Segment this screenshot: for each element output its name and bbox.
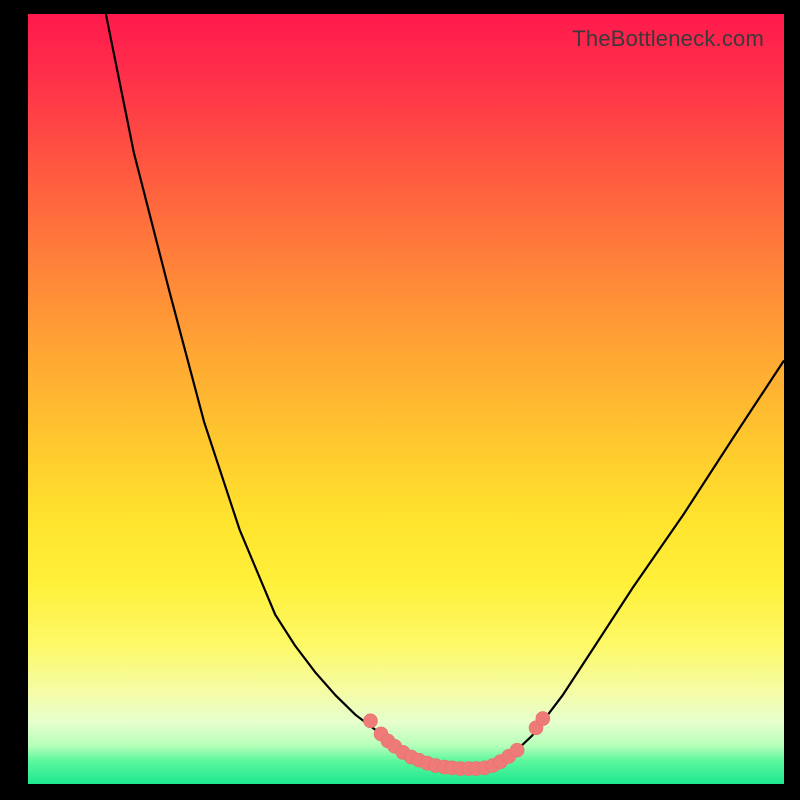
marker-layer <box>363 712 549 776</box>
basin-marker <box>510 743 524 757</box>
curve-layer <box>106 14 784 769</box>
watermark-text: TheBottleneck.com <box>572 26 764 52</box>
basin-marker <box>363 714 377 728</box>
curve-right-curve <box>472 361 784 769</box>
chart-frame: TheBottleneck.com <box>0 0 800 800</box>
curve-left-curve <box>106 14 472 769</box>
chart-svg <box>28 14 784 784</box>
plot-area: TheBottleneck.com <box>28 14 784 784</box>
basin-marker <box>536 712 550 726</box>
